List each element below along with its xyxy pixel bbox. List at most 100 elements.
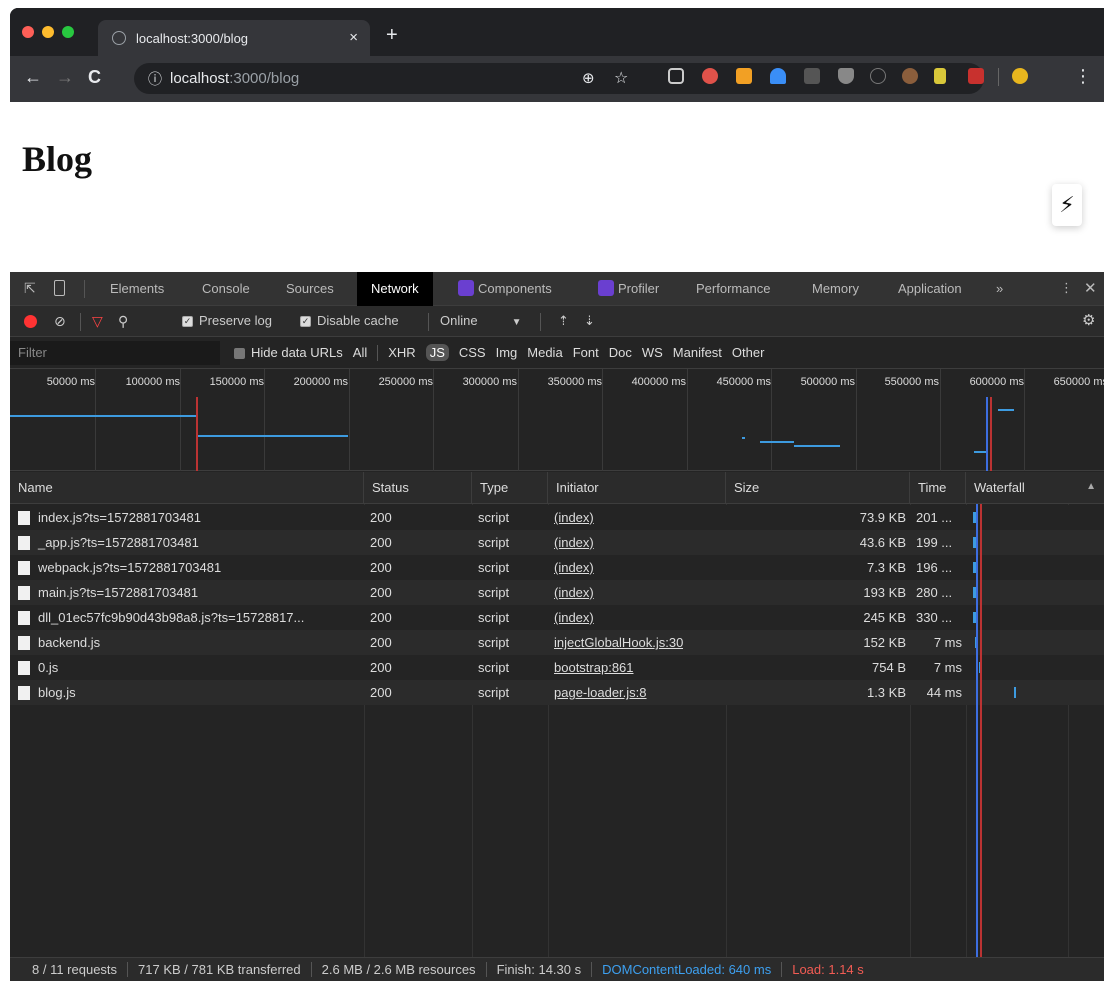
css-extension-icon[interactable] (934, 68, 946, 84)
info-extension-icon[interactable] (870, 68, 886, 84)
table-row[interactable]: dll_01ec57fc9b90d43b98a8.js?ts=15728817.… (10, 605, 1104, 630)
request-initiator[interactable]: (index) (554, 555, 594, 580)
inspect-element-icon[interactable]: ⇱ (24, 280, 36, 297)
clear-icon[interactable]: ⊘ (54, 313, 66, 330)
table-row[interactable]: webpack.js?ts=1572881703481 200 script (… (10, 555, 1104, 580)
request-type: script (478, 510, 510, 525)
export-har-icon[interactable]: ⇣ (584, 313, 595, 329)
close-window-button[interactable] (22, 26, 34, 38)
request-initiator[interactable]: bootstrap:861 (554, 655, 634, 680)
dom-loaded-line (976, 504, 978, 957)
request-initiator[interactable]: (index) (554, 605, 594, 630)
tab-memory[interactable]: Memory (798, 272, 873, 306)
shield-extension-icon[interactable] (702, 68, 718, 84)
request-type: script (478, 585, 510, 600)
bookmark-star-icon[interactable]: ☆ (614, 68, 628, 88)
filter-ws[interactable]: WS (642, 345, 663, 360)
file-icon (18, 585, 30, 600)
preserve-log-checkbox[interactable]: ✓ Preserve log (182, 313, 272, 328)
request-initiator[interactable]: (index) (554, 530, 594, 555)
address-bar[interactable]: ⓘ localhost:3000/blog (134, 63, 984, 94)
record-button[interactable] (24, 315, 37, 328)
lightning-bolt-icon[interactable]: ⚡ (1052, 184, 1082, 226)
close-devtools-icon[interactable]: ✕ (1084, 279, 1097, 297)
filter-manifest[interactable]: Manifest (673, 345, 722, 360)
column-time[interactable]: Time (910, 472, 966, 504)
table-row[interactable]: backend.js 200 script injectGlobalHook.j… (10, 630, 1104, 655)
devtools-menu-icon[interactable]: ⋮ (1060, 280, 1073, 296)
filter-doc[interactable]: Doc (609, 345, 632, 360)
ghost-extension-icon[interactable] (770, 68, 786, 84)
filter-xhr[interactable]: XHR (388, 345, 415, 360)
filter-css[interactable]: CSS (459, 345, 486, 360)
column-name[interactable]: Name (10, 472, 364, 504)
request-initiator[interactable]: (index) (554, 580, 594, 605)
table-row[interactable]: _app.js?ts=1572881703481 200 script (ind… (10, 530, 1104, 555)
request-name-text: webpack.js?ts=1572881703481 (38, 560, 222, 575)
browser-tab[interactable]: localhost:3000/blog × (98, 20, 370, 56)
overview-bar (998, 409, 1014, 411)
request-type: script (478, 685, 510, 700)
filter-other[interactable]: Other (732, 345, 765, 360)
new-tab-button[interactable]: + (386, 24, 398, 47)
back-arrow-icon[interactable]: ← (24, 67, 42, 88)
settings-gear-icon[interactable]: ⚙ (1082, 311, 1095, 329)
column-size[interactable]: Size (726, 472, 910, 504)
gallery-extension-icon[interactable] (968, 68, 984, 84)
cookie-extension-icon[interactable] (902, 68, 918, 84)
request-initiator[interactable]: page-loader.js:8 (554, 680, 647, 705)
maximize-window-button[interactable] (62, 26, 74, 38)
tab-console[interactable]: Console (188, 272, 264, 306)
ublock-extension-icon[interactable] (838, 68, 854, 84)
filter-js[interactable]: JS (425, 344, 449, 361)
column-type[interactable]: Type (472, 472, 548, 504)
filter-img[interactable]: Img (496, 345, 518, 360)
more-tabs-button[interactable]: » (982, 272, 1017, 306)
tab-profiler[interactable]: Profiler (584, 272, 673, 306)
sort-ascending-icon[interactable]: ▲ (1086, 481, 1096, 492)
tab-network[interactable]: Network (357, 272, 433, 306)
request-initiator[interactable]: (index) (554, 505, 594, 530)
column-status[interactable]: Status (364, 472, 472, 504)
amazon-extension-icon[interactable] (736, 68, 752, 84)
tab-close-icon[interactable]: × (349, 29, 358, 46)
tab-elements[interactable]: Elements (96, 272, 178, 306)
request-name: main.js?ts=1572881703481 (18, 580, 358, 605)
forward-arrow-icon[interactable]: → (56, 67, 74, 88)
filter-media[interactable]: Media (527, 345, 562, 360)
import-har-icon[interactable]: ⇡ (558, 313, 569, 329)
tab-application[interactable]: Application (884, 272, 976, 306)
filter-font[interactable]: Font (573, 345, 599, 360)
table-row[interactable]: 0.js 200 script bootstrap:861 754 B 7 ms (10, 655, 1104, 680)
pip-extension-icon[interactable] (804, 68, 820, 84)
filter-all[interactable]: All (353, 345, 367, 360)
grid-line (433, 369, 434, 471)
filter-input[interactable]: Filter (10, 341, 220, 365)
request-initiator[interactable]: injectGlobalHook.js:30 (554, 630, 683, 655)
zoom-icon[interactable]: ⊕ (582, 69, 595, 87)
pocket-extension-icon[interactable] (668, 68, 684, 84)
table-row[interactable]: blog.js 200 script page-loader.js:8 1.3 … (10, 680, 1104, 705)
profile-avatar[interactable] (1012, 68, 1028, 84)
network-overview[interactable]: 50000 ms 100000 ms 150000 ms 200000 ms 2… (10, 369, 1104, 471)
request-time: 44 ms (926, 685, 962, 700)
tab-components[interactable]: Components (444, 272, 566, 306)
throttle-select[interactable]: Online ▼ (440, 313, 521, 328)
column-initiator[interactable]: Initiator (548, 472, 726, 504)
filter-funnel-icon[interactable]: ▽ (92, 313, 103, 330)
browser-menu-icon[interactable]: ⋮ (1074, 66, 1092, 87)
disable-cache-checkbox[interactable]: ✓ Disable cache (300, 313, 399, 328)
hide-data-urls-checkbox[interactable]: Hide data URLs (234, 345, 343, 360)
table-row[interactable]: index.js?ts=1572881703481 200 script (in… (10, 505, 1104, 530)
request-name-text: blog.js (38, 685, 76, 700)
minimize-window-button[interactable] (42, 26, 54, 38)
search-icon[interactable]: ⚲ (118, 313, 128, 330)
tab-performance[interactable]: Performance (682, 272, 784, 306)
info-icon[interactable]: ⓘ (148, 69, 162, 89)
table-row[interactable]: main.js?ts=1572881703481 200 script (ind… (10, 580, 1104, 605)
tab-sources[interactable]: Sources (272, 272, 348, 306)
column-waterfall[interactable]: Waterfall (966, 472, 1104, 504)
request-time: 280 ... (916, 585, 953, 600)
reload-icon[interactable]: C (88, 67, 101, 88)
device-toggle-icon[interactable] (54, 280, 65, 296)
